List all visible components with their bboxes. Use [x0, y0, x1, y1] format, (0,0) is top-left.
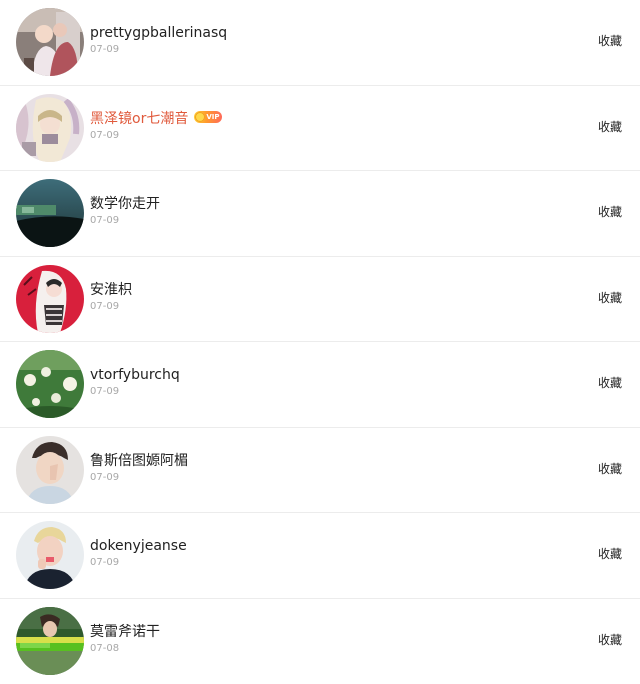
date-label: 07-09: [90, 215, 120, 226]
list-item[interactable]: 数学你走开 07-09 收藏: [0, 171, 640, 257]
avatar[interactable]: [16, 264, 84, 333]
user-name[interactable]: 鲁斯倍图嫄阿楣: [90, 452, 188, 470]
date-label: 07-09: [90, 471, 120, 483]
list-item[interactable]: 鲁斯倍图嫄阿楣 07-09 收藏: [0, 428, 640, 513]
list-item[interactable]: 莫雷斧诺干 07-08 收藏: [0, 599, 640, 684]
vip-badge: VIP: [194, 111, 223, 123]
list-item[interactable]: dokenyjeanse 07-09 收藏: [0, 513, 640, 599]
vip-crown-icon: [195, 112, 206, 122]
avatar[interactable]: [16, 93, 84, 162]
favorite-button[interactable]: 收藏: [598, 290, 622, 306]
avatar[interactable]: [16, 179, 84, 247]
date-label: 07-09: [90, 129, 120, 141]
favorite-button[interactable]: 收藏: [598, 119, 622, 135]
follower-list: prettygpballerinasq 07-09 收藏 黑泽镜or七潮音 VIP…: [0, 0, 640, 684]
user-name[interactable]: 数学你走开: [90, 195, 160, 213]
user-name[interactable]: 莫雷斧诺干: [90, 623, 160, 641]
user-name[interactable]: prettygpballerinasq: [90, 24, 227, 42]
date-label: 07-09: [90, 386, 120, 397]
favorite-button[interactable]: 收藏: [598, 546, 622, 562]
user-name[interactable]: vtorfyburchq: [90, 366, 180, 384]
list-item[interactable]: prettygpballerinasq 07-09 收藏: [0, 0, 640, 86]
date-label: 07-09: [90, 44, 120, 55]
favorite-button[interactable]: 收藏: [598, 204, 622, 220]
avatar[interactable]: [16, 350, 84, 418]
list-item[interactable]: vtorfyburchq 07-09 收藏: [0, 342, 640, 428]
date-label: 07-09: [90, 300, 120, 312]
user-name[interactable]: 安淮枳: [90, 281, 132, 299]
list-item[interactable]: 安淮枳 07-09 收藏: [0, 257, 640, 342]
favorite-button[interactable]: 收藏: [598, 33, 622, 49]
date-label: 07-08: [90, 642, 120, 654]
favorite-button[interactable]: 收藏: [598, 461, 622, 477]
avatar[interactable]: [16, 8, 84, 76]
user-name[interactable]: 黑泽镜or七潮音 VIP: [90, 110, 223, 128]
avatar[interactable]: [16, 606, 84, 675]
avatar[interactable]: [16, 521, 84, 589]
favorite-button[interactable]: 收藏: [598, 632, 622, 648]
list-item[interactable]: 黑泽镜or七潮音 VIP 07-09 收藏: [0, 86, 640, 171]
date-label: 07-09: [90, 557, 120, 568]
avatar[interactable]: [16, 435, 84, 504]
favorite-button[interactable]: 收藏: [598, 375, 622, 391]
user-name[interactable]: dokenyjeanse: [90, 537, 187, 555]
